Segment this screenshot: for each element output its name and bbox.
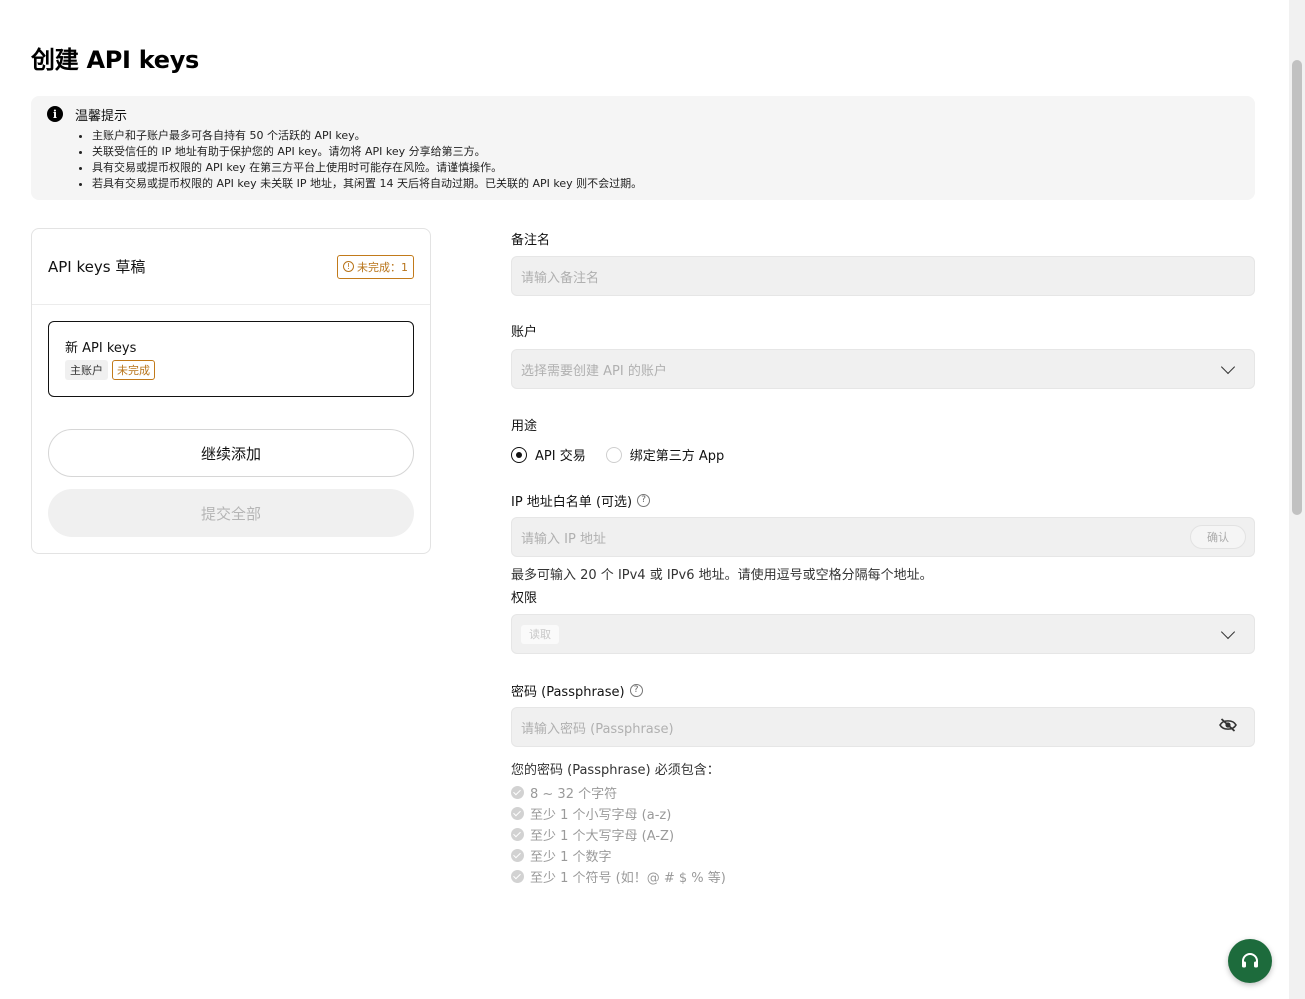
passphrase-label-text: 密码 (Passphrase) bbox=[511, 685, 625, 700]
note-label-text: 备注名 bbox=[511, 233, 551, 248]
eye-off-icon[interactable] bbox=[1219, 718, 1237, 736]
draft-card[interactable]: 新 API keys 主账户 未完成 bbox=[48, 321, 414, 397]
help-icon[interactable]: ? bbox=[629, 684, 643, 697]
check-circle-icon bbox=[511, 807, 524, 820]
radio-api-trading-label: API 交易 bbox=[535, 449, 586, 464]
notice-box: i 温馨提示 主账户和子账户最多可各自持有 50 个活跃的 API key。 关… bbox=[31, 96, 1255, 200]
notice-item: 若具有交易或提币权限的 API key 未关联 IP 地址，其闲置 14 天后将… bbox=[92, 176, 1239, 192]
permission-chip-wrap: 读取 bbox=[521, 625, 1223, 644]
passphrase-label: 密码 (Passphrase) ? bbox=[511, 681, 643, 700]
chevron-down-icon bbox=[1220, 359, 1236, 374]
requirement-text: 8 ~ 32 个字符 bbox=[530, 787, 618, 802]
purpose-label-text: 用途 bbox=[511, 419, 538, 434]
radio-checked-icon bbox=[511, 446, 527, 463]
note-label: 备注名 bbox=[511, 229, 550, 248]
warning-icon: ! bbox=[343, 261, 354, 272]
chevron-down-icon bbox=[1220, 624, 1236, 639]
permission-chip-read: 读取 bbox=[521, 625, 559, 644]
ip-whitelist-label: IP 地址白名单 (可选) ? bbox=[511, 491, 651, 510]
requirement-text: 至少 1 个大写字母 (A-Z) bbox=[530, 829, 675, 844]
note-placeholder: 请输入备注名 bbox=[521, 270, 600, 286]
radio-third-party-label: 绑定第三方 App bbox=[629, 449, 725, 464]
scrollbar-thumb[interactable] bbox=[1292, 60, 1302, 515]
radio-api-trading[interactable]: API 交易 bbox=[511, 445, 586, 464]
drafts-title: API keys 草稿 bbox=[48, 258, 146, 276]
requirement-item: 至少 1 个小写字母 (a-z) bbox=[511, 803, 726, 824]
account-tag: 主账户 bbox=[65, 360, 108, 380]
account-label-text: 账户 bbox=[511, 325, 538, 340]
status-tag: 未完成 bbox=[112, 360, 155, 380]
note-input[interactable]: 请输入备注名 bbox=[511, 256, 1255, 296]
page-scrollbar[interactable] bbox=[1289, 0, 1305, 999]
requirement-text: 至少 1 个符号 (如！@ # $ % 等) bbox=[530, 871, 726, 886]
incomplete-count-badge: ! 未完成：1 bbox=[337, 254, 414, 279]
info-icon: i bbox=[47, 106, 63, 122]
radio-unchecked-icon bbox=[605, 446, 622, 463]
passphrase-requirements-title: 您的密码 (Passphrase) 必须包含： bbox=[511, 763, 720, 778]
page-title: 创建 API keys bbox=[31, 46, 200, 74]
radio-third-party-app[interactable]: 绑定第三方 App bbox=[605, 445, 725, 464]
account-placeholder: 选择需要创建 API 的账户 bbox=[521, 363, 667, 379]
notice-header: i 温馨提示 bbox=[47, 106, 1239, 124]
requirement-text: 至少 1 个小写字母 (a-z) bbox=[530, 808, 672, 823]
passphrase-input[interactable]: 请输入密码 (Passphrase) bbox=[511, 707, 1255, 747]
notice-item: 关联受信任的 IP 地址有助于保护您的 API key。请勿将 API key … bbox=[92, 144, 1239, 160]
requirement-item: 至少 1 个大写字母 (A-Z) bbox=[511, 824, 726, 845]
ip-placeholder: 请输入 IP 地址 bbox=[521, 531, 606, 547]
notice-item: 具有交易或提币权限的 API key 在第三方平台上使用时可能存在风险。请谨慎操… bbox=[92, 160, 1239, 176]
incomplete-count-text: 未完成：1 bbox=[357, 260, 408, 274]
requirement-text: 至少 1 个数字 bbox=[530, 850, 612, 865]
account-select[interactable]: 选择需要创建 API 的账户 bbox=[511, 349, 1255, 389]
account-label: 账户 bbox=[511, 321, 537, 340]
ip-label-text: IP 地址白名单 (可选) bbox=[511, 495, 633, 510]
draft-name: 新 API keys bbox=[65, 341, 137, 356]
notice-item: 主账户和子账户最多可各自持有 50 个活跃的 API key。 bbox=[92, 128, 1239, 144]
permission-label-text: 权限 bbox=[511, 591, 538, 606]
drafts-panel: API keys 草稿 ! 未完成：1 新 API keys 主账户 未完成 继… bbox=[31, 228, 431, 554]
requirement-item: 8 ~ 32 个字符 bbox=[511, 782, 726, 803]
submit-all-button[interactable]: 提交全部 bbox=[48, 489, 414, 537]
check-circle-icon bbox=[511, 870, 524, 883]
purpose-label: 用途 bbox=[511, 415, 537, 434]
customer-support-button[interactable] bbox=[1228, 939, 1272, 983]
ip-confirm-button[interactable]: 确认 bbox=[1190, 525, 1246, 549]
permission-select[interactable]: 读取 bbox=[511, 614, 1255, 654]
add-more-button[interactable]: 继续添加 bbox=[48, 429, 414, 477]
check-circle-icon bbox=[511, 786, 524, 799]
ip-hint: 最多可输入 20 个 IPv4 或 IPv6 地址。请使用逗号或空格分隔每个地址… bbox=[511, 568, 933, 583]
draft-tags: 主账户 未完成 bbox=[65, 360, 397, 380]
requirement-item: 至少 1 个数字 bbox=[511, 845, 726, 866]
check-circle-icon bbox=[511, 828, 524, 841]
drafts-header: API keys 草稿 ! 未完成：1 bbox=[32, 229, 430, 305]
passphrase-requirements: 8 ~ 32 个字符 至少 1 个小写字母 (a-z) 至少 1 个大写字母 (… bbox=[511, 782, 726, 887]
passphrase-placeholder: 请输入密码 (Passphrase) bbox=[521, 721, 674, 737]
permission-label: 权限 bbox=[511, 587, 537, 606]
help-icon[interactable]: ? bbox=[637, 494, 651, 507]
purpose-radio-group: API 交易 绑定第三方 App bbox=[511, 445, 724, 464]
notice-list: 主账户和子账户最多可各自持有 50 个活跃的 API key。 关联受信任的 I… bbox=[92, 128, 1239, 192]
check-circle-icon bbox=[511, 849, 524, 862]
headset-icon bbox=[1242, 953, 1258, 968]
ip-input[interactable]: 请输入 IP 地址 确认 bbox=[511, 517, 1255, 557]
notice-title: 温馨提示 bbox=[75, 108, 128, 124]
requirement-item: 至少 1 个符号 (如！@ # $ % 等) bbox=[511, 866, 726, 887]
